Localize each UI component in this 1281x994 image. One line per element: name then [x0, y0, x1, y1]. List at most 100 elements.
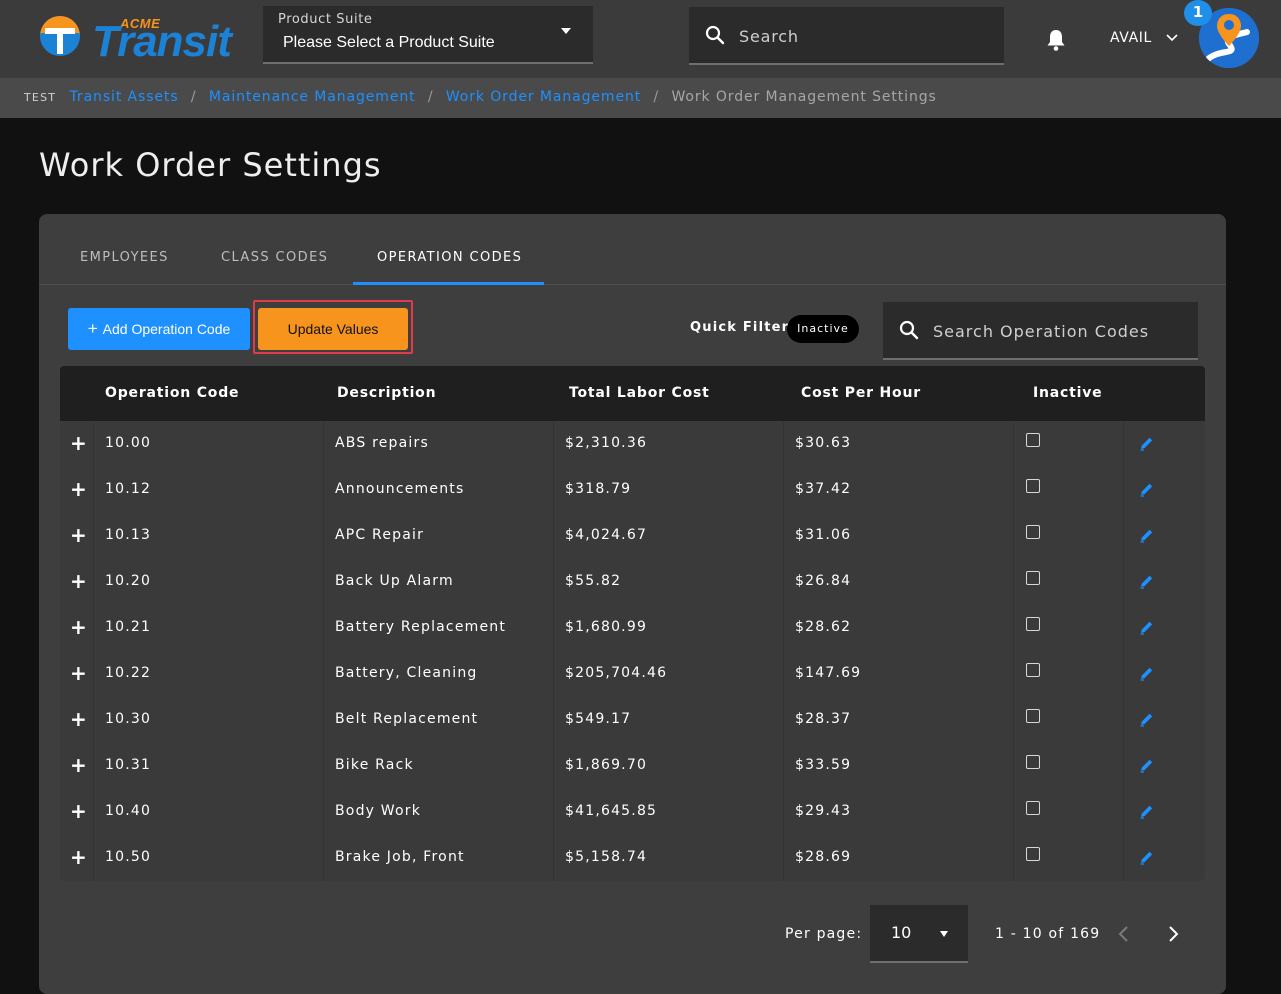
tab-class-codes[interactable]: CLASS CODES: [221, 250, 328, 265]
total-labor-cost-cell: $1,869.70: [565, 757, 648, 773]
description-cell: Brake Job, Front: [335, 849, 465, 865]
breadcrumb-link-work-order-management[interactable]: Work Order Management: [446, 89, 641, 105]
inactive-checkbox[interactable]: [1026, 433, 1040, 447]
column-header-operation-code[interactable]: Operation Code: [105, 385, 239, 401]
breadcrumb-current: Work Order Management Settings: [671, 89, 937, 105]
edit-pencil-icon[interactable]: [1139, 849, 1155, 865]
add-operation-code-button[interactable]: + Add Operation Code: [68, 308, 250, 350]
expand-row-icon[interactable]: +: [70, 523, 87, 547]
inactive-checkbox[interactable]: [1026, 801, 1040, 815]
quick-filter-inactive-chip[interactable]: Inactive: [787, 315, 859, 343]
table-row: +10.21 Battery Replacement $1,680.99 $28.62: [60, 605, 1205, 651]
expand-row-icon[interactable]: +: [70, 753, 87, 777]
expand-row-icon[interactable]: +: [70, 799, 87, 823]
global-search[interactable]: [689, 7, 1004, 65]
edit-pencil-icon[interactable]: [1139, 435, 1155, 451]
description-cell: APC Repair: [335, 527, 425, 543]
column-header-description[interactable]: Description: [337, 385, 436, 401]
edit-pencil-icon[interactable]: [1139, 711, 1155, 727]
description-cell: Back Up Alarm: [335, 573, 454, 589]
product-suite-label: Product Suite: [278, 12, 373, 27]
inactive-checkbox[interactable]: [1026, 755, 1040, 769]
tab-employees[interactable]: EMPLOYEES: [80, 250, 169, 265]
column-header-cost-per-hour[interactable]: Cost Per Hour: [801, 385, 921, 401]
operation-code-search[interactable]: [883, 302, 1198, 360]
cost-per-hour-cell: $147.69: [795, 665, 862, 681]
per-page-select[interactable]: 10: [870, 905, 968, 963]
table-header: Operation Code Description Total Labor C…: [60, 366, 1205, 421]
breadcrumb-separator: /: [427, 89, 434, 105]
tab-operation-codes[interactable]: OPERATION CODES: [377, 250, 522, 265]
inactive-checkbox[interactable]: [1026, 525, 1040, 539]
operation-code-search-input[interactable]: [931, 316, 1190, 346]
expand-row-icon[interactable]: +: [70, 477, 87, 501]
brand-transit: Transit: [92, 17, 232, 66]
breadcrumb-link-transit-assets[interactable]: Transit Assets: [70, 89, 179, 105]
operation-code-cell: 10.20: [105, 573, 152, 589]
edit-pencil-icon[interactable]: [1139, 527, 1155, 543]
operation-code-cell: 10.40: [105, 803, 152, 819]
chevron-down-icon: [1166, 34, 1178, 42]
edit-pencil-icon[interactable]: [1139, 573, 1155, 589]
caret-down-icon: [561, 28, 571, 34]
cost-per-hour-cell: $30.63: [795, 435, 852, 451]
search-icon: [705, 25, 725, 45]
table-row: +10.20 Back Up Alarm $55.82 $26.84: [60, 559, 1205, 605]
edit-pencil-icon[interactable]: [1139, 803, 1155, 819]
global-search-input[interactable]: [737, 21, 991, 51]
description-cell: Announcements: [335, 481, 465, 497]
table-row: +10.31 Bike Rack $1,869.70 $33.59: [60, 743, 1205, 789]
edit-pencil-icon[interactable]: [1139, 481, 1155, 497]
notification-badge[interactable]: 1: [1184, 0, 1212, 26]
table-row: +10.00 ABS repairs $2,310.36 $30.63: [60, 421, 1205, 467]
total-labor-cost-cell: $4,024.67: [565, 527, 648, 543]
add-operation-code-label: Add Operation Code: [102, 321, 231, 337]
expand-row-icon[interactable]: +: [70, 431, 87, 455]
expand-row-icon[interactable]: +: [70, 707, 87, 731]
caret-down-icon: [940, 931, 948, 937]
total-labor-cost-cell: $41,645.85: [565, 803, 658, 819]
transit-logo-mark: [40, 16, 80, 56]
column-header-total-labor-cost[interactable]: Total Labor Cost: [569, 385, 710, 401]
operation-code-cell: 10.21: [105, 619, 152, 635]
inactive-checkbox[interactable]: [1026, 847, 1040, 861]
edit-pencil-icon[interactable]: [1139, 619, 1155, 635]
column-header-inactive[interactable]: Inactive: [1033, 385, 1102, 401]
product-suite-select[interactable]: Product Suite Please Select a Product Su…: [263, 6, 593, 64]
plus-icon: +: [87, 319, 98, 338]
cost-per-hour-cell: $31.06: [795, 527, 852, 543]
breadcrumb-link-maintenance-management[interactable]: Maintenance Management: [209, 89, 416, 105]
description-cell: ABS repairs: [335, 435, 429, 451]
total-labor-cost-cell: $5,158.74: [565, 849, 648, 865]
table-row: +10.22 Battery, Cleaning $205,704.46 $147.6…: [60, 651, 1205, 697]
cost-per-hour-cell: $28.37: [795, 711, 852, 727]
expand-row-icon[interactable]: +: [70, 845, 87, 869]
cost-per-hour-cell: $28.69: [795, 849, 852, 865]
expand-row-icon[interactable]: +: [70, 569, 87, 593]
inactive-checkbox[interactable]: [1026, 571, 1040, 585]
chevron-left-icon[interactable]: [1117, 924, 1131, 944]
expand-row-icon[interactable]: +: [70, 615, 87, 639]
expand-row-icon[interactable]: +: [70, 661, 87, 685]
quick-filter-label: Quick Filter:: [690, 320, 796, 335]
edit-pencil-icon[interactable]: [1139, 665, 1155, 681]
user-menu[interactable]: AVAIL: [1110, 30, 1178, 46]
bell-icon[interactable]: [1045, 28, 1067, 52]
chevron-right-icon[interactable]: [1166, 924, 1180, 944]
edit-pencil-icon[interactable]: [1139, 757, 1155, 773]
inactive-checkbox[interactable]: [1026, 663, 1040, 677]
inactive-checkbox[interactable]: [1026, 479, 1040, 493]
breadcrumb: TEST Transit Assets / Maintenance Manage…: [0, 78, 1281, 118]
inactive-checkbox[interactable]: [1026, 709, 1040, 723]
inactive-checkbox[interactable]: [1026, 617, 1040, 631]
per-page-value: 10: [891, 923, 912, 942]
operation-code-cell: 10.22: [105, 665, 152, 681]
update-values-button[interactable]: Update Values: [258, 308, 408, 350]
breadcrumb-separator: /: [653, 89, 660, 105]
total-labor-cost-cell: $1,680.99: [565, 619, 648, 635]
acme-transit-logo[interactable]: ACME Transit: [38, 14, 238, 64]
active-tab-indicator: [353, 282, 544, 285]
operation-code-cell: 10.31: [105, 757, 152, 773]
product-suite-value: Please Select a Product Suite: [283, 34, 495, 51]
operation-codes-table: Operation Code Description Total Labor C…: [60, 366, 1205, 881]
